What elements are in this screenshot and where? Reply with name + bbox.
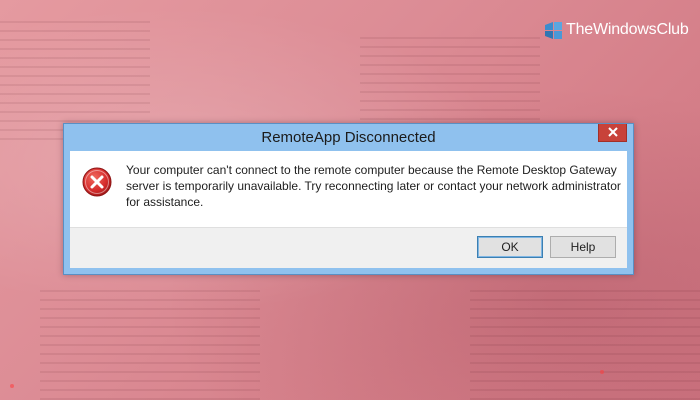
windows-club-logo-icon bbox=[545, 21, 562, 39]
site-name: TheWindowsClub bbox=[566, 21, 689, 38]
close-button[interactable] bbox=[598, 124, 627, 142]
help-button[interactable]: Help bbox=[550, 236, 616, 258]
close-icon bbox=[607, 124, 618, 142]
watermark-logo: TheWindowsClub bbox=[545, 21, 689, 39]
dialog-title: RemoteApp Disconnected bbox=[261, 129, 436, 146]
error-x-icon bbox=[82, 167, 112, 197]
dialog-titlebar[interactable]: RemoteApp Disconnected bbox=[64, 124, 633, 150]
background-light bbox=[10, 384, 14, 388]
background-texture bbox=[0, 20, 150, 140]
background-texture bbox=[40, 290, 260, 400]
remoteapp-disconnected-dialog: RemoteApp Disconnected Your computer can… bbox=[63, 123, 634, 275]
error-message: Your computer can't connect to the remot… bbox=[126, 163, 621, 209]
background-texture bbox=[360, 30, 540, 120]
ok-button[interactable]: OK bbox=[477, 236, 543, 258]
dialog-content: Your computer can't connect to the remot… bbox=[70, 151, 627, 227]
dialog-button-bar: OK Help bbox=[70, 227, 627, 268]
background-texture bbox=[470, 285, 700, 400]
background-light bbox=[600, 370, 604, 374]
